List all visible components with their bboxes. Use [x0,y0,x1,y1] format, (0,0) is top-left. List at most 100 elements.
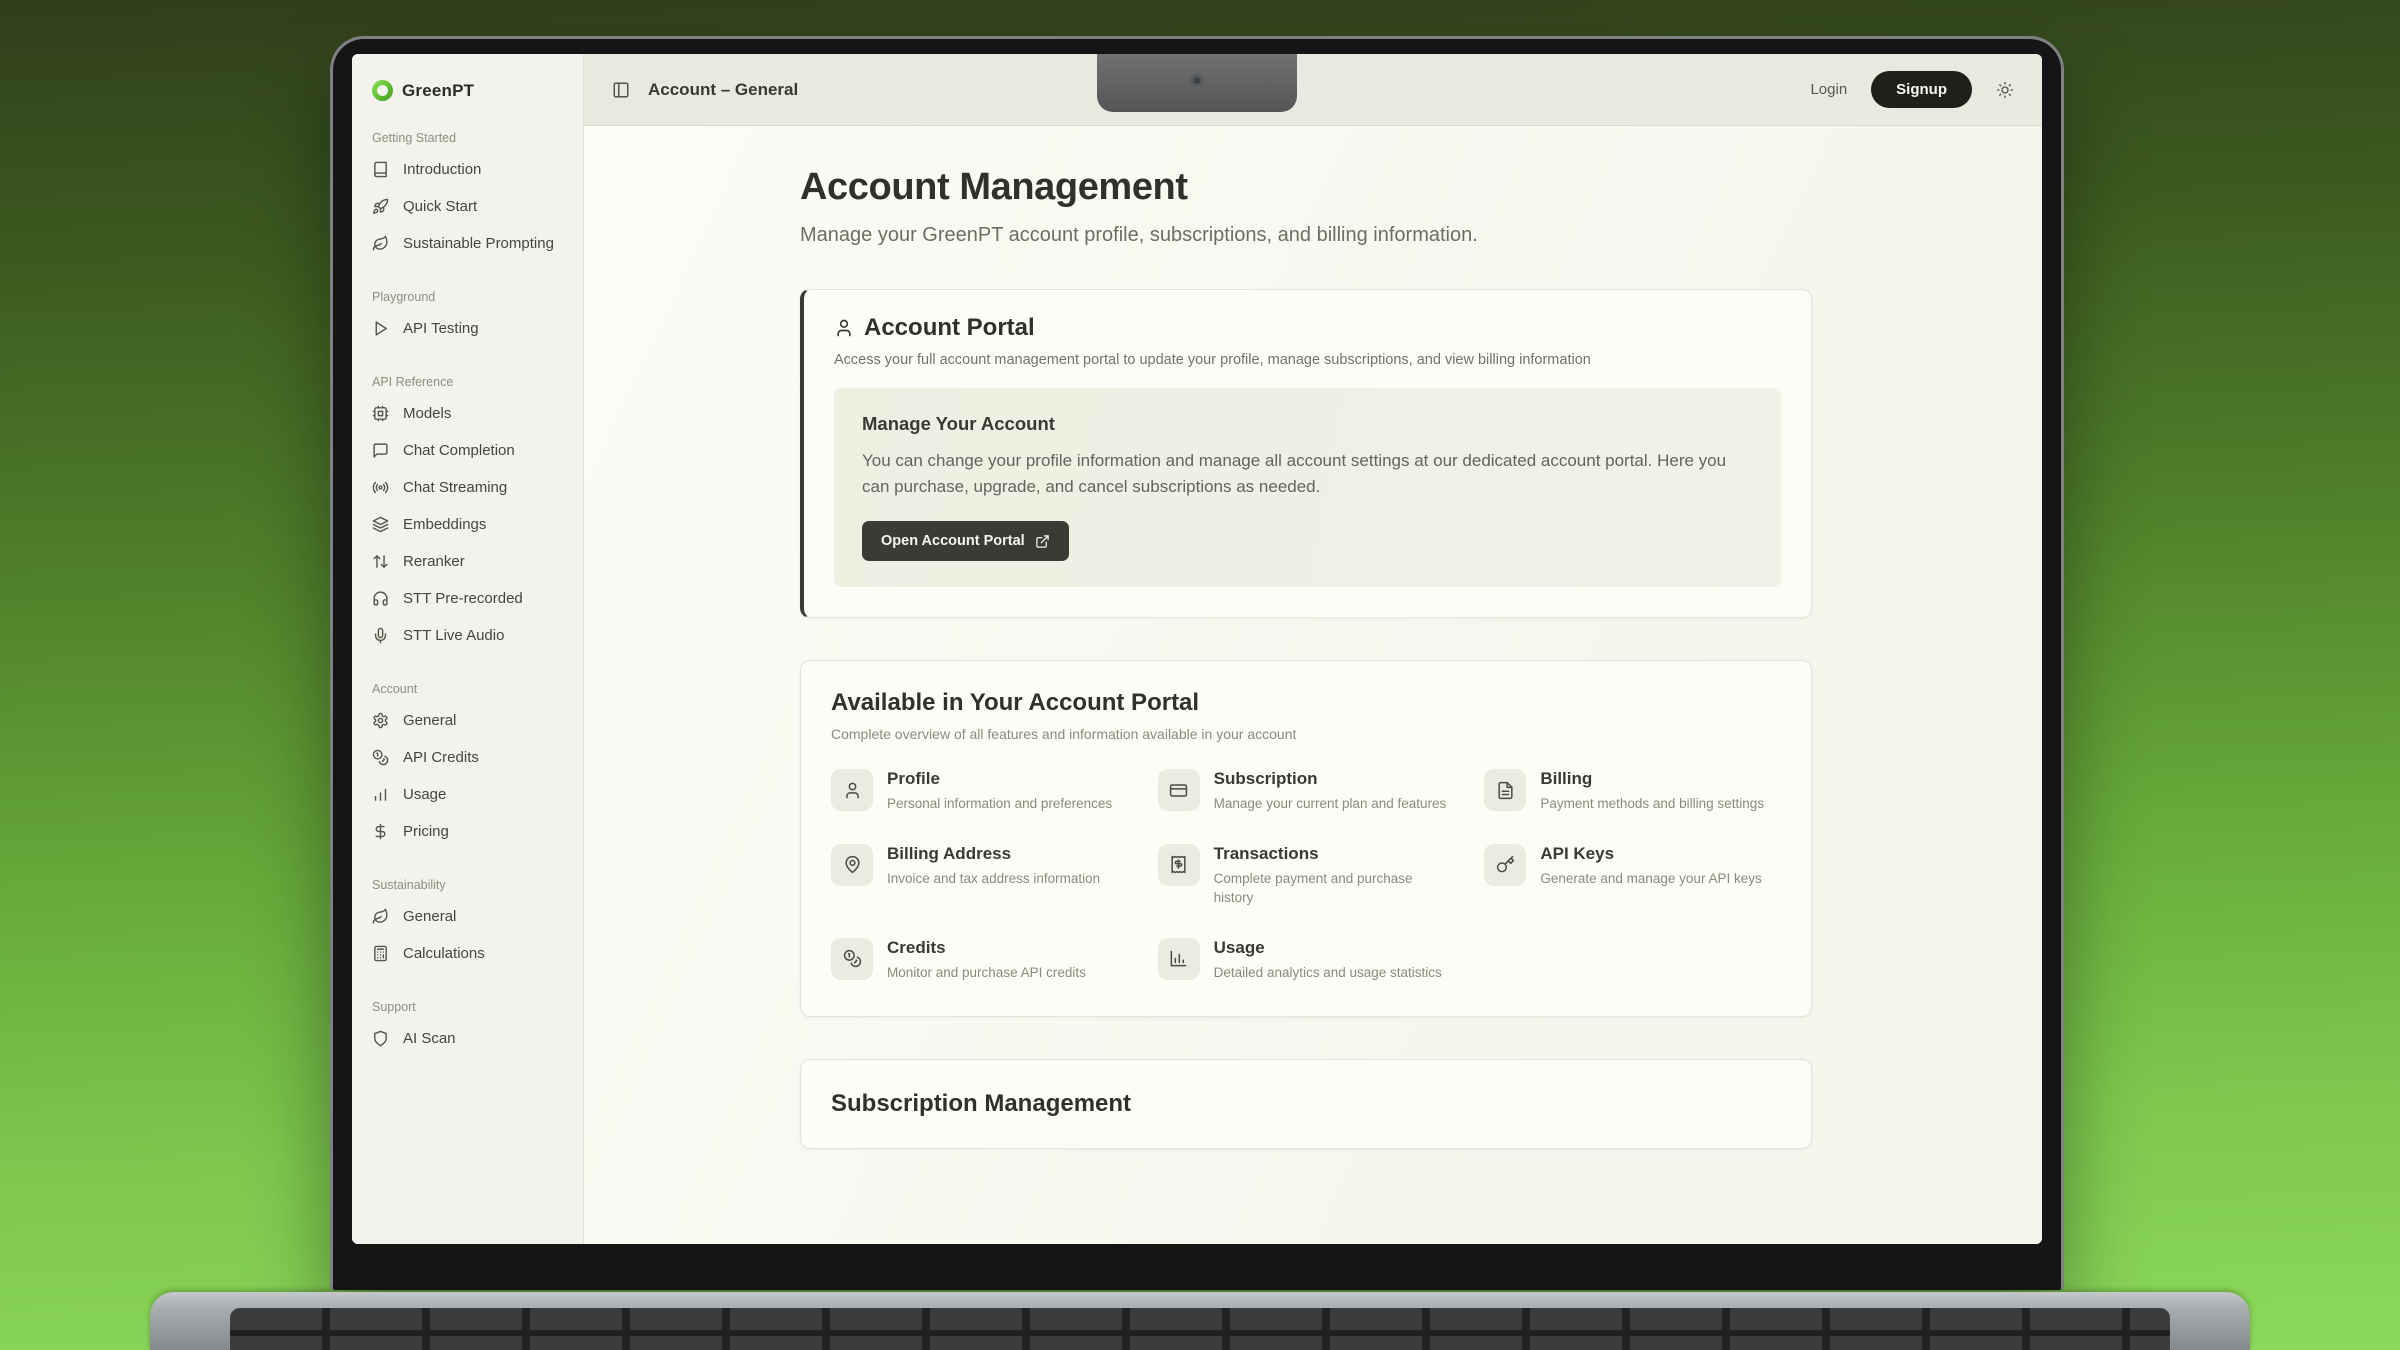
sidebar-item-label: API Credits [403,749,479,766]
file-text-icon [1484,769,1526,811]
theme-toggle-button[interactable] [1996,81,2014,99]
laptop-display: GreenPT Getting Started Introduction Qui… [352,54,2042,1244]
subscription-management-title: Subscription Management [831,1090,1781,1118]
receipt-icon [1158,844,1200,886]
sidebar-item-sustainable-prompting[interactable]: Sustainable Prompting [352,225,583,262]
laptop-base [150,1292,2250,1350]
login-link[interactable]: Login [1810,81,1847,98]
account-portal-description: Access your full account management port… [834,352,1781,368]
feature-profile: Profile Personal information and prefere… [831,769,1128,814]
sidebar-item-label: General [403,712,456,729]
leaf-icon [372,235,389,252]
arrow-up-down-icon [372,553,389,570]
sidebar-item-label: Chat Streaming [403,479,507,496]
section-label: Getting Started [352,131,583,145]
layers-icon [372,516,389,533]
sidebar-item-chat-streaming[interactable]: Chat Streaming [352,469,583,506]
headphones-icon [372,590,389,607]
account-portal-title: Account Portal [864,314,1035,342]
manage-account-title: Manage Your Account [862,413,1753,435]
feature-title: Subscription [1214,769,1447,789]
sidebar-item-label: Chat Completion [403,442,515,459]
panel-left-icon [612,81,630,99]
feature-title: Usage [1214,938,1442,958]
page-title: Account Management [800,166,1812,209]
brand-logo[interactable]: GreenPT [352,54,583,103]
section-label: Account [352,682,583,696]
section-label: Sustainability [352,878,583,892]
sidebar-item-label: STT Pre-recorded [403,590,523,607]
sidebar-item-sustainability-general[interactable]: General [352,898,583,935]
open-account-portal-label: Open Account Portal [881,533,1025,549]
feature-title: Billing [1540,769,1764,789]
sidebar-item-pricing[interactable]: Pricing [352,813,583,850]
brand-name: GreenPT [402,81,474,101]
sidebar-item-api-testing[interactable]: API Testing [352,310,583,347]
sidebar-item-embeddings[interactable]: Embeddings [352,506,583,543]
feature-credits: Credits Monitor and purchase API credits [831,938,1128,983]
sidebar-item-account-general[interactable]: General [352,702,583,739]
coins-icon [831,938,873,980]
sidebar-item-calculations[interactable]: Calculations [352,935,583,972]
manage-account-body: You can change your profile information … [862,448,1753,499]
map-pin-icon [831,844,873,886]
sidebar-item-label: Calculations [403,945,485,962]
credit-card-icon [1158,769,1200,811]
section-label: Playground [352,290,583,304]
signup-button[interactable]: Signup [1871,71,1972,108]
page-subtitle: Manage your GreenPT account profile, sub… [800,224,1812,247]
feature-transactions: Transactions Complete payment and purcha… [1158,844,1455,908]
sidebar-item-reranker[interactable]: Reranker [352,543,583,580]
coins-icon [372,749,389,766]
sidebar-item-stt-prerecorded[interactable]: STT Pre-recorded [352,580,583,617]
book-icon [372,161,389,178]
mic-icon [372,627,389,644]
sidebar-section-playground: Playground API Testing [352,290,583,347]
user-icon [834,318,854,338]
external-link-icon [1035,534,1050,549]
sidebar-item-ai-scan[interactable]: AI Scan [352,1020,583,1057]
sidebar-item-label: AI Scan [403,1030,456,1047]
features-grid: Profile Personal information and prefere… [831,769,1781,982]
feature-title: API Keys [1540,844,1761,864]
leaf-icon [372,908,389,925]
features-card-subtitle: Complete overview of all features and in… [831,726,1781,742]
message-square-icon [372,442,389,459]
feature-description: Monitor and purchase API credits [887,963,1086,983]
feature-description: Personal information and preferences [887,794,1112,814]
features-card-title: Available in Your Account Portal [831,689,1781,717]
feature-description: Manage your current plan and features [1214,794,1447,814]
section-label: API Reference [352,375,583,389]
laptop-camera [1191,74,1204,87]
laptop-screen-bezel: GreenPT Getting Started Introduction Qui… [330,36,2064,1290]
sidebar-item-usage[interactable]: Usage [352,776,583,813]
radio-icon [372,479,389,496]
sidebar-section-getting-started: Getting Started Introduction Quick Start… [352,131,583,262]
sidebar: GreenPT Getting Started Introduction Qui… [352,54,584,1244]
sidebar-item-label: General [403,908,456,925]
sidebar-item-chat-completion[interactable]: Chat Completion [352,432,583,469]
sidebar-item-api-credits[interactable]: API Credits [352,739,583,776]
sidebar-item-label: Reranker [403,553,465,570]
feature-description: Complete payment and purchase history [1214,869,1449,908]
sidebar-item-introduction[interactable]: Introduction [352,151,583,188]
play-icon [372,320,389,337]
sidebar-item-models[interactable]: Models [352,395,583,432]
calculator-icon [372,945,389,962]
open-account-portal-button[interactable]: Open Account Portal [862,521,1069,561]
sidebar-item-label: Models [403,405,451,422]
available-features-card: Available in Your Account Portal Complet… [800,660,1812,1017]
sidebar-section-account: Account General API Credits Usage Pricin… [352,682,583,850]
sidebar-item-label: Introduction [403,161,481,178]
sidebar-item-quick-start[interactable]: Quick Start [352,188,583,225]
feature-usage: Usage Detailed analytics and usage stati… [1158,938,1455,983]
feature-description: Detailed analytics and usage statistics [1214,963,1442,983]
sun-icon [1996,81,2014,99]
sidebar-section-api-reference: API Reference Models Chat Completion Cha… [352,375,583,654]
sidebar-item-label: Usage [403,786,446,803]
sidebar-toggle-button[interactable] [612,81,630,99]
manage-account-panel: Manage Your Account You can change your … [834,388,1781,587]
page-breadcrumb-title: Account – General [648,80,798,100]
sidebar-item-stt-live-audio[interactable]: STT Live Audio [352,617,583,654]
feature-title: Billing Address [887,844,1100,864]
